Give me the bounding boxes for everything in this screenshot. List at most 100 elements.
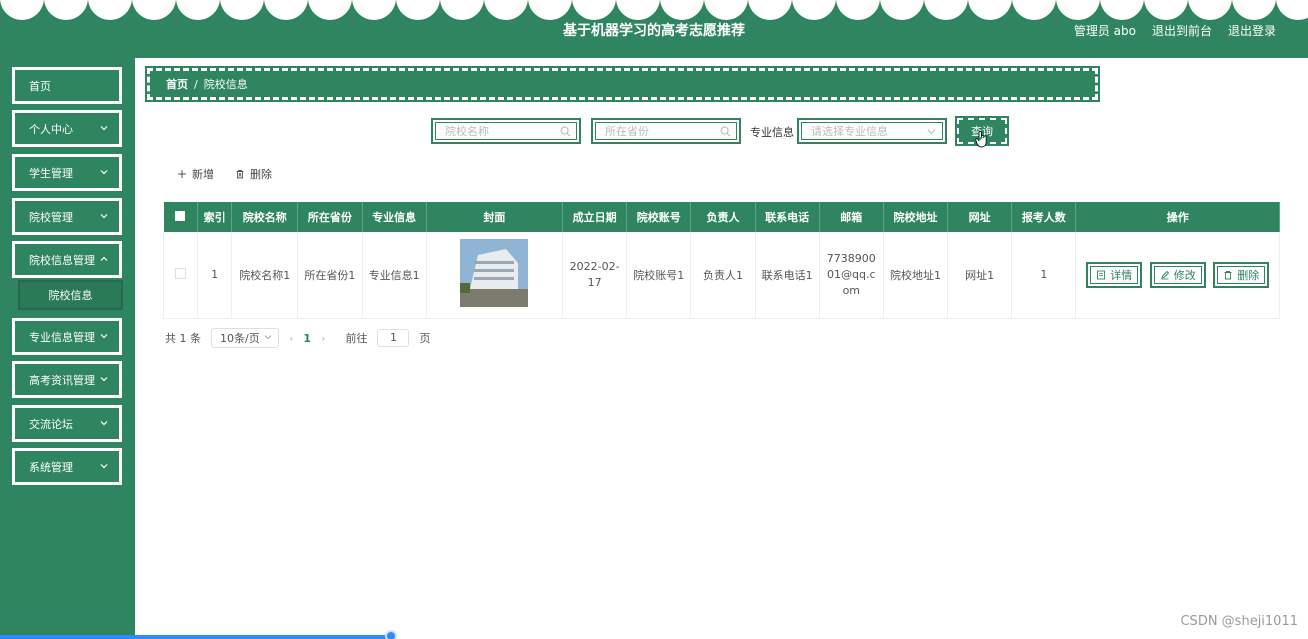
edit-button[interactable]: 修改 xyxy=(1149,261,1206,288)
sidebar-item-home[interactable]: 首页 xyxy=(12,67,122,104)
page-size-value: 10条/页 xyxy=(220,332,260,345)
cell-address: 院校地址1 xyxy=(883,232,949,319)
search-icon xyxy=(560,126,571,137)
cell-school-name: 院校名称1 xyxy=(231,232,299,319)
column-header: 报考人数 xyxy=(1011,202,1077,232)
major-select[interactable]: 请选择专业信息 xyxy=(797,118,947,144)
delete-op-label: 删除 xyxy=(1237,268,1260,282)
founded-date-text: 2022-02-17 xyxy=(569,259,620,289)
cell-index: 1 xyxy=(197,232,233,319)
chevron-down-icon xyxy=(100,377,108,382)
column-header: 院校名称 xyxy=(231,202,299,232)
delete-label: 删除 xyxy=(250,168,272,181)
column-header: 操作 xyxy=(1075,202,1280,232)
sidebar-item-label: 首页 xyxy=(29,79,51,93)
scrollbar-thumb[interactable] xyxy=(385,630,397,639)
select-all-checkbox[interactable] xyxy=(175,210,186,221)
school-name-placeholder: 院校名称 xyxy=(445,125,489,138)
sidebar-item-label: 学生管理 xyxy=(29,166,73,180)
add-button[interactable]: 新增 xyxy=(177,166,214,182)
header-actions: 管理员 abo 退出到前台 退出登录 xyxy=(1074,22,1276,39)
column-header: 专业信息 xyxy=(362,202,427,232)
chevron-down-icon xyxy=(264,335,272,340)
chevron-down-icon xyxy=(100,464,108,469)
sidebar-subitem-school-info[interactable]: 院校信息 xyxy=(18,280,123,310)
sidebar-item-label: 高考资讯管理 xyxy=(29,373,95,387)
trash-icon xyxy=(236,170,244,179)
province-search-input[interactable]: 所在省份 xyxy=(591,118,741,144)
sidebar-item-school-info-management[interactable]: 院校信息管理 xyxy=(12,241,122,278)
batch-delete-button[interactable]: 删除 xyxy=(235,166,272,182)
edit-label: 修改 xyxy=(1173,268,1196,282)
cell-province: 所在省份1 xyxy=(297,232,363,319)
select-all-header[interactable] xyxy=(163,202,199,232)
delete-button[interactable]: 删除 xyxy=(1213,261,1270,288)
breadcrumb-separator: / xyxy=(194,77,198,91)
chevron-down-icon xyxy=(100,421,108,426)
column-header: 成立日期 xyxy=(562,202,628,232)
detail-button[interactable]: 详情 xyxy=(1086,261,1143,288)
chevron-down-icon xyxy=(100,334,108,339)
sidebar-subitem-label: 院校信息 xyxy=(48,289,93,302)
back-to-front-link[interactable]: 退出到前台 xyxy=(1152,22,1212,39)
breadcrumb: 首页 / 院校信息 xyxy=(145,66,1100,102)
row-select-cell[interactable] xyxy=(162,232,199,319)
breadcrumb-current: 院校信息 xyxy=(203,78,248,91)
cell-cover xyxy=(426,232,564,319)
table-row: 1 院校名称1 所在省份1 专业信息1 2022-02-17 院校账号1 负责人… xyxy=(162,232,1280,319)
main-content: 首页 / 院校信息 院校名称 所在省份 专业信息 请选择专业信息 查询 新增 删… xyxy=(135,58,1308,639)
goto-page-input[interactable]: 1 xyxy=(377,329,410,347)
cell-phone: 联系电话1 xyxy=(755,232,820,319)
cell-leader: 负责人1 xyxy=(690,232,756,319)
watermark: CSDN @sheji1011 xyxy=(1180,614,1298,629)
pagination: 共 1 条 10条/页 ‹ 1 › 前往 1 页 xyxy=(165,328,430,348)
sidebar-item-label: 院校管理 xyxy=(29,210,73,224)
page-size-select[interactable]: 10条/页 xyxy=(211,328,279,348)
logout-link[interactable]: 退出登录 xyxy=(1228,22,1276,39)
edit-icon xyxy=(1161,270,1169,280)
current-page-number[interactable]: 1 xyxy=(303,332,311,345)
cell-major: 专业信息1 xyxy=(362,232,427,319)
column-header: 邮箱 xyxy=(819,202,884,232)
plus-icon xyxy=(178,170,186,178)
sidebar-item-label: 专业信息管理 xyxy=(29,330,95,344)
next-page-icon[interactable]: › xyxy=(321,332,325,345)
sidebar-item-system-management[interactable]: 系统管理 xyxy=(12,448,122,485)
search-icon xyxy=(720,126,731,137)
sidebar-item-gaokao-news-management[interactable]: 高考资讯管理 xyxy=(12,361,122,398)
major-select-placeholder: 请选择专业信息 xyxy=(811,125,888,138)
cell-founded-date: 2022-02-17 xyxy=(562,232,628,319)
prev-page-icon[interactable]: ‹ xyxy=(289,332,293,345)
table-header-row: 索引 院校名称 所在省份 专业信息 封面 成立日期 院校账号 负责人 联系电话 … xyxy=(163,202,1280,232)
school-cover-image xyxy=(460,239,529,308)
cell-website: 网址1 xyxy=(947,232,1013,319)
horizontal-scrollbar[interactable] xyxy=(0,635,392,639)
chevron-down-icon xyxy=(100,126,108,131)
goto-label: 前往 xyxy=(345,332,368,345)
sidebar-item-student-management[interactable]: 学生管理 xyxy=(12,154,122,191)
document-icon xyxy=(1097,270,1106,280)
chevron-up-icon xyxy=(100,256,108,261)
sidebar-item-school-management[interactable]: 院校管理 xyxy=(12,198,122,235)
sidebar-item-label: 个人中心 xyxy=(29,122,73,136)
column-header: 网址 xyxy=(947,202,1013,232)
column-header: 负责人 xyxy=(690,202,756,232)
sidebar-item-personal-center[interactable]: 个人中心 xyxy=(12,110,122,147)
admin-user-label: 管理员 abo xyxy=(1073,24,1136,38)
chevron-down-icon xyxy=(927,129,936,135)
row-checkbox[interactable] xyxy=(175,267,187,279)
breadcrumb-home[interactable]: 首页 xyxy=(166,76,188,92)
sidebar-item-label: 系统管理 xyxy=(29,460,73,474)
page-suffix: 页 xyxy=(419,332,431,345)
sidebar-item-label: 院校信息管理 xyxy=(29,253,95,267)
sidebar-item-forum[interactable]: 交流论坛 xyxy=(12,405,122,442)
sidebar-item-major-info-management[interactable]: 专业信息管理 xyxy=(12,318,122,355)
column-header: 联系电话 xyxy=(755,202,820,232)
cell-email: 773890001@qq.com xyxy=(819,232,884,319)
cell-applicants: 1 xyxy=(1011,232,1077,319)
hand-cursor-icon xyxy=(975,130,987,148)
column-header: 所在省份 xyxy=(297,202,363,232)
school-info-table: 索引 院校名称 所在省份 专业信息 封面 成立日期 院校账号 负责人 联系电话 … xyxy=(162,202,1280,319)
total-count: 共 1 条 xyxy=(165,332,201,345)
school-name-search-input[interactable]: 院校名称 xyxy=(431,118,581,144)
